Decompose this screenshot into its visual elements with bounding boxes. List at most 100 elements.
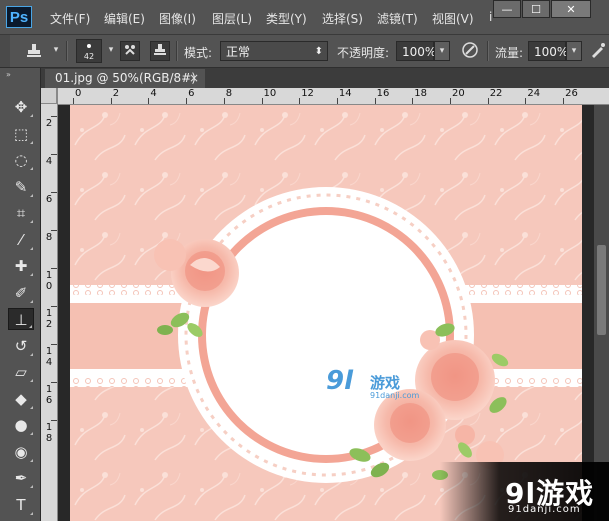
ruler-tick	[563, 98, 565, 104]
menu-image[interactable]: 图像(I)	[159, 10, 196, 27]
menu-edit[interactable]: 编辑(E)	[104, 10, 145, 27]
ruler-label: 16	[45, 384, 53, 406]
type-icon: T	[16, 495, 26, 514]
ruler-tick	[261, 98, 263, 104]
tool-group-indicator	[30, 273, 33, 276]
center-watermark-url: 91danji.com	[370, 391, 420, 400]
ruler-tick	[525, 98, 527, 104]
document-tab-bar: 01.jpg @ 50%(RGB/8#) ×	[41, 68, 609, 88]
close-button[interactable]: ✕	[551, 0, 591, 18]
collapse-toolbox-icon[interactable]: »	[6, 70, 11, 79]
blur-tool-button[interactable]: ●	[8, 414, 34, 436]
menu-view[interactable]: 视图(V)	[432, 10, 474, 27]
history-brush-tool-button[interactable]: ↺	[8, 335, 34, 357]
flow-value: 100%	[534, 45, 569, 59]
ruler-label: 8	[45, 232, 53, 243]
ruler-label: 6	[188, 88, 195, 99]
dodge-tool-button[interactable]: ◉	[8, 441, 34, 463]
clone-source-panel-icon[interactable]	[150, 41, 170, 61]
tool-group-indicator	[30, 246, 33, 250]
ruler-label: 24	[527, 88, 541, 99]
ruler-label: 14	[338, 88, 352, 99]
ruler-tick	[51, 268, 57, 269]
crop-icon: ⌗	[16, 204, 26, 222]
pressure-opacity-icon[interactable]	[460, 41, 480, 61]
marquee-tool-button[interactable]: ⬚	[8, 123, 34, 145]
spot-healing-icon: ✚	[14, 257, 28, 275]
vertical-ruler[interactable]: 2 4 6 8 10 12 14 16 18	[41, 88, 58, 521]
paint-bucket-icon: ◆	[15, 389, 27, 408]
options-grip[interactable]	[0, 35, 10, 67]
tool-group-indicator	[30, 405, 33, 409]
opacity-input[interactable]: 100%	[396, 41, 436, 61]
document-canvas[interactable]	[70, 105, 582, 521]
photo-artwork	[70, 105, 582, 521]
eyedropper-tool-button[interactable]: ⁄	[8, 229, 34, 251]
paint-bucket-tool-button[interactable]: ◆	[8, 388, 34, 410]
ruler-tick	[51, 344, 57, 345]
ruler-tick	[223, 98, 225, 104]
airbrush-icon[interactable]	[588, 41, 608, 61]
mode-select[interactable]: 正常 ⬍	[220, 41, 328, 61]
brush-dropdown-icon[interactable]: ▾	[103, 41, 119, 61]
brush-panel-toggle-icon[interactable]	[120, 41, 140, 61]
menu-filter[interactable]: 滤镜(T)	[377, 10, 418, 27]
menu-type[interactable]: 类型(Y)	[266, 10, 307, 27]
flow-dropdown-icon[interactable]: ▾	[566, 41, 582, 61]
ruler-label: 16	[376, 88, 390, 99]
menu-select[interactable]: 选择(S)	[322, 10, 363, 27]
scrollbar-thumb[interactable]	[597, 245, 606, 335]
flow-label: 流量:	[495, 46, 524, 60]
ruler-origin[interactable]	[41, 88, 57, 104]
opacity-dropdown-icon[interactable]: ▾	[434, 41, 450, 61]
tab-close-icon[interactable]: ×	[189, 69, 199, 88]
move-tool-button[interactable]: ✥	[8, 96, 34, 118]
pen-icon: ✒	[14, 469, 28, 487]
tool-preset-dropdown-icon[interactable]: ▾	[48, 41, 64, 61]
brush-icon: ✐	[14, 283, 28, 302]
brush-tool-button[interactable]: ✐	[8, 282, 34, 304]
menu-file[interactable]: 文件(F)	[50, 10, 90, 27]
pen-tool-button[interactable]: ✒	[8, 467, 34, 489]
ruler-tick	[487, 98, 489, 104]
type-tool-button[interactable]: T	[8, 494, 34, 516]
quick-selection-tool-button[interactable]: ✎	[8, 176, 34, 198]
flow-input[interactable]: 100%	[528, 41, 569, 61]
crop-tool-button[interactable]: ⌗	[8, 202, 34, 224]
clone-stamp-icon: ⊥	[14, 311, 28, 329]
ruler-label: 0	[75, 88, 82, 99]
quick-selection-icon: ✎	[14, 177, 28, 196]
tool-group-indicator	[29, 325, 32, 328]
ruler-tick	[148, 98, 150, 104]
clone-stamp-tool-button[interactable]: ⊥	[8, 308, 34, 330]
brush-preset-picker[interactable]: 42	[76, 39, 102, 63]
horizontal-ruler[interactable]: 0 2 4 6 8 10 12 14 16 18 20 22 24 26	[41, 88, 609, 105]
select-arrows-icon: ⬍	[314, 46, 323, 57]
ruler-tick	[450, 98, 451, 104]
ruler-label: 14	[45, 346, 53, 368]
photoshop-logo: Ps	[6, 6, 32, 28]
spot-healing-tool-button[interactable]: ✚	[8, 255, 34, 277]
blur-icon: ●	[14, 416, 28, 434]
vertical-scrollbar[interactable]	[594, 105, 609, 521]
center-watermark-logo: 9l	[326, 366, 354, 396]
eyedropper-icon: ⁄	[19, 230, 23, 249]
ruler-label: 18	[414, 88, 428, 99]
ruler-tick	[51, 382, 57, 383]
eraser-tool-button[interactable]: ▱	[8, 361, 34, 383]
ruler-tick	[374, 98, 376, 104]
lasso-tool-button[interactable]: ◌	[8, 149, 34, 171]
maximize-button[interactable]: ☐	[522, 0, 550, 18]
document-tab[interactable]: 01.jpg @ 50%(RGB/8#) ×	[45, 69, 205, 88]
ruler-tick	[51, 306, 57, 307]
center-watermark-game: 游戏	[370, 374, 401, 392]
menu-layer[interactable]: 图层(L)	[212, 10, 252, 27]
dodge-icon: ◉	[14, 442, 28, 461]
separator	[176, 41, 178, 61]
minimize-button[interactable]: —	[493, 0, 521, 18]
brush-dot-icon	[87, 44, 91, 48]
ruler-tick	[412, 98, 414, 104]
ruler-label: 18	[45, 422, 53, 444]
clone-stamp-tool-icon[interactable]	[24, 42, 44, 60]
marquee-icon: ⬚	[13, 124, 29, 143]
